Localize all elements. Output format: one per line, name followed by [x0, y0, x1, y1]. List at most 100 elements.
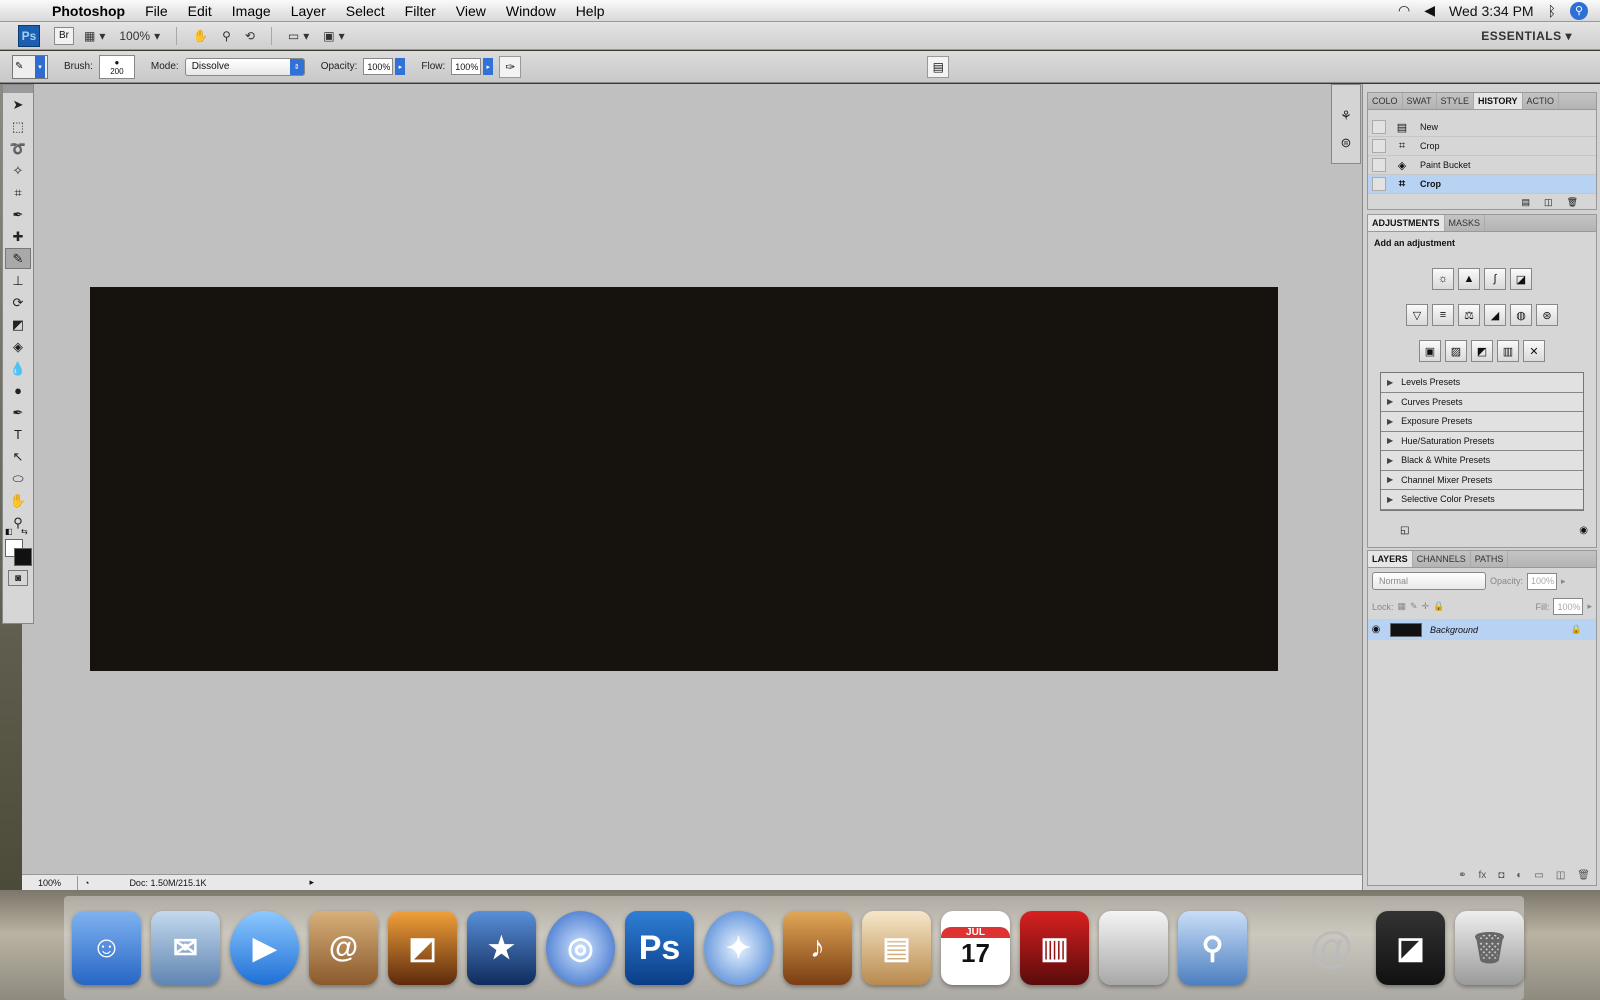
menu-select[interactable]: Select: [336, 3, 395, 19]
tab-masks[interactable]: MASKS: [1445, 215, 1486, 231]
menu-help[interactable]: Help: [566, 3, 615, 19]
lock-all-icon[interactable]: 🔒: [1433, 601, 1444, 612]
menu-filter[interactable]: Filter: [395, 3, 446, 19]
path-selection-tool-icon[interactable]: ↖: [5, 446, 31, 467]
view-extras-button[interactable]: ▦ ▾: [80, 26, 109, 46]
zoom-level-dropdown[interactable]: 100% ▾: [115, 26, 164, 46]
downloads-stack-icon[interactable]: ◪: [1376, 911, 1445, 985]
new-snapshot-icon[interactable]: ◫: [1544, 197, 1553, 208]
history-brush-tool-icon[interactable]: ⟳: [5, 292, 31, 313]
tab-history[interactable]: HISTORY: [1474, 93, 1523, 109]
menu-layer[interactable]: Layer: [281, 3, 336, 19]
airbrush-button[interactable]: ✑: [499, 55, 522, 78]
curves-icon[interactable]: ∫: [1484, 268, 1506, 290]
photoshop-dock-icon[interactable]: Ps: [625, 911, 694, 985]
menu-image[interactable]: Image: [222, 3, 281, 19]
disclosure-triangle-icon[interactable]: ▶: [1387, 495, 1393, 504]
menu-view[interactable]: View: [446, 3, 496, 19]
hue-saturation-icon[interactable]: ≡: [1432, 304, 1454, 326]
link-layers-icon[interactable]: ⚭: [1458, 870, 1466, 881]
shape-tool-icon[interactable]: ⬭: [5, 468, 31, 489]
preset-item[interactable]: ▶ Levels Presets: [1381, 373, 1583, 393]
add-mask-icon[interactable]: ◘: [1498, 870, 1504, 881]
preset-item[interactable]: ▶ Curves Presets: [1381, 393, 1583, 412]
new-group-icon[interactable]: ▭: [1534, 870, 1543, 881]
trash-icon[interactable]: 🗑: [1567, 197, 1578, 208]
chevron-right-icon[interactable]: ▸: [1587, 601, 1592, 612]
arrange-documents-button[interactable]: ▭ ▾: [284, 26, 313, 46]
channel-mixer-icon[interactable]: ⊛: [1536, 304, 1558, 326]
opacity-input[interactable]: 100%: [363, 58, 394, 75]
tool-preset-picker[interactable]: ✎ ▾: [12, 54, 48, 79]
history-row[interactable]: ⌗ Crop: [1368, 137, 1596, 156]
clone-stamp-tool-icon[interactable]: ⊥: [5, 270, 31, 291]
color-balance-icon[interactable]: ⚖: [1458, 304, 1480, 326]
fill-input[interactable]: 100%: [1553, 598, 1584, 615]
flow-input[interactable]: 100%: [451, 58, 482, 75]
menu-window[interactable]: Window: [496, 3, 566, 19]
swap-colors-icon[interactable]: ⇆: [21, 527, 28, 536]
paint-bucket-tool-icon[interactable]: ◈: [5, 336, 31, 357]
invert-icon[interactable]: ▣: [1419, 340, 1441, 362]
disclosure-triangle-icon[interactable]: ▶: [1387, 475, 1393, 484]
type-tool-icon[interactable]: T: [5, 424, 31, 445]
menu-clock[interactable]: Wed 3:34 PM: [1449, 3, 1534, 19]
document-canvas[interactable]: [90, 287, 1278, 671]
spotlight-icon[interactable]: ⚲: [1570, 1, 1588, 20]
pen-tool-icon[interactable]: ✒: [5, 402, 31, 423]
eyedropper-tool-icon[interactable]: ✒: [5, 204, 31, 225]
ichat-icon[interactable]: ▶: [230, 911, 299, 985]
blend-mode-select[interactable]: Normal: [1372, 572, 1486, 590]
tab-color[interactable]: COLO: [1368, 93, 1403, 109]
menu-edit[interactable]: Edit: [178, 3, 222, 19]
status-menu-arrow-icon[interactable]: ▸: [309, 877, 314, 888]
gradient-map-icon[interactable]: ▥: [1497, 340, 1519, 362]
lock-pixels-icon[interactable]: ✎: [1410, 601, 1418, 612]
clip-to-layer-icon[interactable]: ◱: [1400, 525, 1409, 536]
layer-row-background[interactable]: ◉ Background 🔒: [1368, 619, 1596, 640]
preset-item[interactable]: ▶ Channel Mixer Presets: [1381, 471, 1583, 490]
history-row-selected[interactable]: ⌗ Crop: [1368, 175, 1596, 194]
bluetooth-icon[interactable]: ᛒ: [1548, 3, 1556, 19]
disclosure-triangle-icon[interactable]: ▶: [1387, 456, 1393, 465]
lock-transparency-icon[interactable]: ▦: [1398, 601, 1407, 612]
mode-select[interactable]: Dissolve ⇕: [184, 57, 305, 76]
document-workspace[interactable]: [22, 84, 1362, 890]
brush-panel-button[interactable]: ▤: [927, 55, 950, 78]
tab-actions[interactable]: ACTIO: [1523, 93, 1560, 109]
history-brush-source-box[interactable]: [1372, 139, 1386, 153]
preset-item[interactable]: ▶ Exposure Presets: [1381, 412, 1583, 432]
tab-swatches[interactable]: SWAT: [1403, 93, 1437, 109]
photo-filter-icon[interactable]: ◍: [1510, 304, 1532, 326]
preset-item[interactable]: ▶ Selective Color Presets: [1381, 490, 1583, 510]
eraser-tool-icon[interactable]: ◩: [5, 314, 31, 335]
brush-presets-icon[interactable]: ⚘: [1333, 105, 1359, 126]
dodge-tool-icon[interactable]: ●: [5, 380, 31, 401]
system-preferences-icon[interactable]: [1099, 911, 1168, 985]
expanded-view-icon[interactable]: ◉: [1579, 525, 1588, 536]
tab-paths[interactable]: PATHS: [1471, 551, 1509, 567]
status-info-icon[interactable]: ◔: [84, 878, 89, 888]
disclosure-triangle-icon[interactable]: ▶: [1387, 436, 1393, 445]
layer-style-fx-icon[interactable]: fx: [1479, 870, 1487, 881]
black-white-icon[interactable]: ◢: [1484, 304, 1506, 326]
volume-icon[interactable]: ◀: [1424, 2, 1435, 19]
tools-panel-header[interactable]: [3, 85, 33, 93]
magic-wand-tool-icon[interactable]: ✧: [5, 160, 31, 181]
workspace-switcher[interactable]: ESSENTIALS ▾: [1481, 29, 1572, 43]
dvd-player-icon[interactable]: ◎: [546, 911, 615, 985]
new-layer-icon[interactable]: ◫: [1556, 870, 1565, 881]
move-tool-icon[interactable]: ➤: [5, 94, 31, 115]
trash-icon[interactable]: 🗑: [1577, 870, 1590, 881]
brush-picker[interactable]: ● 200: [98, 54, 135, 79]
mail-stamp-icon[interactable]: ✉: [151, 911, 220, 985]
history-brush-source-box[interactable]: [1372, 120, 1386, 134]
tab-styles[interactable]: STYLE: [1437, 93, 1475, 109]
visibility-eye-icon[interactable]: ◉: [1368, 624, 1384, 635]
healing-brush-tool-icon[interactable]: ✚: [5, 226, 31, 247]
hand-tool-icon[interactable]: ✋: [5, 490, 31, 511]
menu-app-name[interactable]: Photoshop: [42, 3, 135, 19]
blur-tool-icon[interactable]: 💧: [5, 358, 31, 379]
brightness-contrast-icon[interactable]: ☼: [1432, 268, 1454, 290]
screen-mode-button[interactable]: ▣ ▾: [319, 26, 348, 46]
